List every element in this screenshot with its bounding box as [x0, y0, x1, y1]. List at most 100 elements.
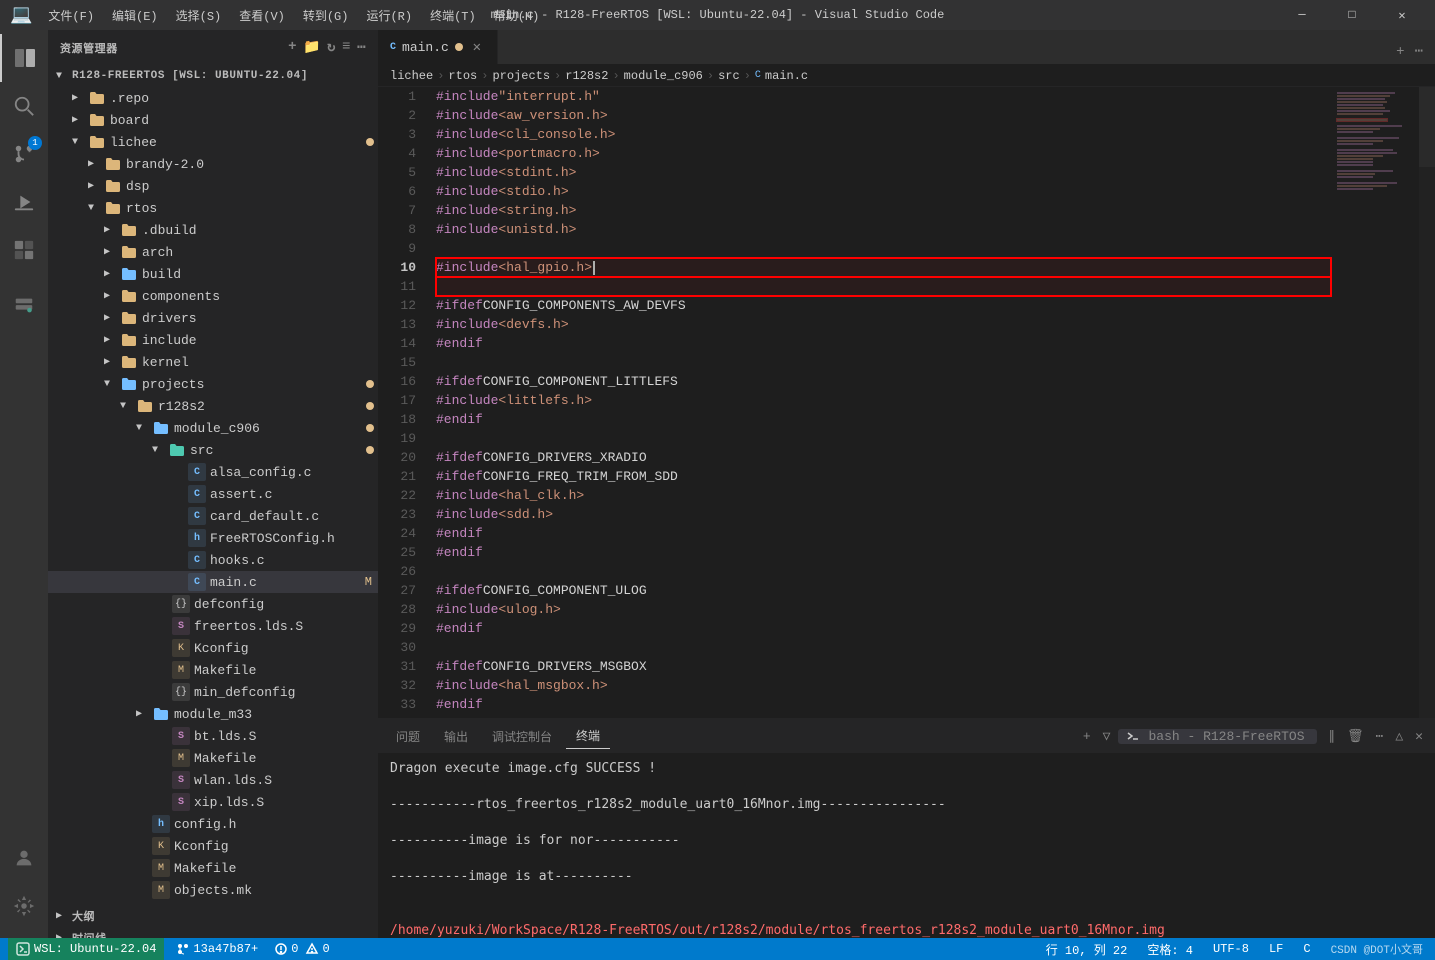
menu-bar[interactable]: 文件(F) 编辑(E) 选择(S) 查看(V) 转到(G) 运行(R) 终端(T… [40, 5, 547, 26]
tree-item-makefile-r128s2[interactable]: ▶ M Makefile [48, 857, 378, 879]
tree-item-module-m33[interactable]: ▶ module_m33 [48, 703, 378, 725]
tree-item-board[interactable]: ▶ board [48, 109, 378, 131]
code-editor[interactable]: 1 2 3 4 5 6 7 8 9 10 11 12 13 14 15 16 1 [378, 87, 1435, 718]
tree-item-xip-lds[interactable]: ▶ S xip.lds.S [48, 791, 378, 813]
tree-item-hooks[interactable]: ▶ C hooks.c [48, 549, 378, 571]
status-line-ending[interactable]: LF [1265, 942, 1287, 956]
tree-item-module-c906[interactable]: ▼ module_c906 [48, 417, 378, 439]
activity-run-debug[interactable] [0, 178, 48, 226]
activity-accounts[interactable] [0, 834, 48, 882]
tree-item-freertos-config[interactable]: ▶ h FreeRTOSConfig.h [48, 527, 378, 549]
tree-section-outline[interactable]: ▶ 大纲 [48, 905, 378, 927]
status-git[interactable]: 13a47b87+ [172, 942, 262, 956]
status-encoding[interactable]: UTF-8 [1209, 942, 1253, 956]
new-terminal-icon[interactable]: + [1079, 727, 1095, 746]
split-editor-icon[interactable]: + [1392, 40, 1408, 64]
panel-tab-terminal[interactable]: 终端 [566, 723, 610, 749]
menu-file[interactable]: 文件(F) [40, 5, 102, 26]
status-line-col[interactable]: 行 10, 列 22 [1042, 941, 1132, 958]
sidebar-actions[interactable]: + 📁 ↻ ≡ ⋯ [288, 39, 366, 56]
tree-item-kernel[interactable]: ▶ kernel [48, 351, 378, 373]
tree-item-makefile-m33[interactable]: ▶ M Makefile [48, 747, 378, 769]
tree-item-bt-lds[interactable]: ▶ S bt.lds.S [48, 725, 378, 747]
tree-item-drivers[interactable]: ▶ drivers [48, 307, 378, 329]
bc-module-c906[interactable]: module_c906 [624, 69, 703, 83]
minimize-button[interactable]: ─ [1279, 0, 1325, 30]
status-errors[interactable]: 0 0 [270, 942, 333, 956]
tree-item-objects-mk[interactable]: ▶ M objects.mk [48, 879, 378, 901]
tree-item-assert[interactable]: ▶ C assert.c [48, 483, 378, 505]
tree-item-makefile-1[interactable]: ▶ M Makefile [48, 659, 378, 681]
status-language[interactable]: C [1299, 942, 1314, 956]
tree-item-include[interactable]: ▶ include [48, 329, 378, 351]
tree-root[interactable]: ▼ R128-FREERTOS [WSL: UBUNTU-22.04] [48, 65, 378, 87]
collapse-all-icon[interactable]: ≡ [342, 39, 351, 56]
new-file-icon[interactable]: + [288, 39, 297, 56]
panel-tab-actions[interactable]: + ▽ bash - R128-FreeRTOS ∥ 🗑 ⋯ △ ✕ [1079, 727, 1427, 746]
tree-item-main-c[interactable]: ▶ C main.c M [48, 571, 378, 593]
code-content[interactable]: #include "interrupt.h" #include <aw_vers… [428, 87, 1335, 718]
bc-rtos[interactable]: rtos [448, 69, 477, 83]
bc-filename[interactable]: main.c [765, 69, 808, 83]
tree-item-freertos-lds[interactable]: ▶ S freertos.lds.S [48, 615, 378, 637]
tree-item-src[interactable]: ▼ src [48, 439, 378, 461]
tree-item-brandy[interactable]: ▶ brandy-2.0 [48, 153, 378, 175]
menu-select[interactable]: 选择(S) [168, 5, 230, 26]
tree-item-kconfig-1[interactable]: ▶ K Kconfig [48, 637, 378, 659]
split-terminal-icon-2[interactable]: ∥ [1325, 727, 1340, 746]
tab-close-button[interactable]: ✕ [469, 39, 485, 56]
activity-settings[interactable] [0, 882, 48, 930]
bc-lichee[interactable]: lichee [390, 69, 433, 83]
close-panel-icon[interactable]: ✕ [1411, 727, 1427, 746]
tree-item-dsp[interactable]: ▶ dsp [48, 175, 378, 197]
trash-icon[interactable]: 🗑 [1343, 727, 1368, 746]
terminal-title[interactable]: bash - R128-FreeRTOS [1118, 729, 1316, 744]
tree-item-lichee[interactable]: ▼ lichee [48, 131, 378, 153]
more-panel-icon[interactable]: ⋯ [1372, 727, 1388, 746]
status-wsl[interactable]: WSL: Ubuntu-22.04 [8, 938, 164, 960]
tab-bar-actions[interactable]: + ⋯ [1384, 39, 1435, 64]
activity-extensions[interactable] [0, 226, 48, 274]
tree-item-arch[interactable]: ▶ arch [48, 241, 378, 263]
tree-item-min-defconfig[interactable]: ▶ {} min_defconfig [48, 681, 378, 703]
tab-main-c[interactable]: C main.c ✕ [378, 30, 498, 64]
menu-edit[interactable]: 编辑(E) [104, 5, 166, 26]
tree-item-kconfig-r128s2[interactable]: ▶ K Kconfig [48, 835, 378, 857]
tree-item-wlan-lds[interactable]: ▶ S wlan.lds.S [48, 769, 378, 791]
tree-item-config-h[interactable]: ▶ h config.h [48, 813, 378, 835]
refresh-icon[interactable]: ↻ [327, 39, 336, 56]
maximize-button[interactable]: □ [1329, 0, 1375, 30]
more-tabs-icon[interactable]: ⋯ [1411, 39, 1427, 64]
tree-item-r128s2[interactable]: ▼ r128s2 [48, 395, 378, 417]
sidebar-tree[interactable]: ▼ R128-FREERTOS [WSL: UBUNTU-22.04] ▶ .r… [48, 65, 378, 938]
tree-item-alsa-config[interactable]: ▶ C alsa_config.c [48, 461, 378, 483]
activity-search[interactable] [0, 82, 48, 130]
activity-remote[interactable] [0, 282, 48, 330]
tree-item-dbuild[interactable]: ▶ .dbuild [48, 219, 378, 241]
bc-src[interactable]: src [718, 69, 740, 83]
more-actions-icon[interactable]: ⋯ [357, 39, 366, 56]
activity-explorer[interactable] [0, 34, 48, 82]
tree-item-card-default[interactable]: ▶ C card_default.c [48, 505, 378, 527]
close-button[interactable]: ✕ [1379, 0, 1425, 30]
bc-r128s2[interactable]: r128s2 [565, 69, 608, 83]
new-folder-icon[interactable]: 📁 [303, 39, 321, 56]
window-controls[interactable]: ─ □ ✕ [1279, 0, 1425, 30]
status-spaces[interactable]: 空格: 4 [1143, 941, 1197, 958]
tree-item-build[interactable]: ▶ build [48, 263, 378, 285]
tree-item-components[interactable]: ▶ components [48, 285, 378, 307]
menu-goto[interactable]: 转到(G) [295, 5, 357, 26]
menu-view[interactable]: 查看(V) [231, 5, 293, 26]
panel-tab-debug-console[interactable]: 调试控制台 [482, 724, 562, 749]
tree-section-timeline[interactable]: ▶ 时间线 [48, 927, 378, 938]
tree-item-rtos[interactable]: ▼ rtos [48, 197, 378, 219]
panel-tab-output[interactable]: 输出 [434, 724, 478, 749]
menu-run[interactable]: 运行(R) [358, 5, 420, 26]
split-terminal-icon[interactable]: ▽ [1099, 727, 1115, 746]
panel-tab-problems[interactable]: 问题 [386, 724, 430, 749]
activity-source-control[interactable]: 1 [0, 130, 48, 178]
bc-projects[interactable]: projects [492, 69, 550, 83]
tree-item-defconfig[interactable]: ▶ {} defconfig [48, 593, 378, 615]
tree-item-.repo[interactable]: ▶ .repo [48, 87, 378, 109]
menu-terminal[interactable]: 终端(T) [422, 5, 484, 26]
